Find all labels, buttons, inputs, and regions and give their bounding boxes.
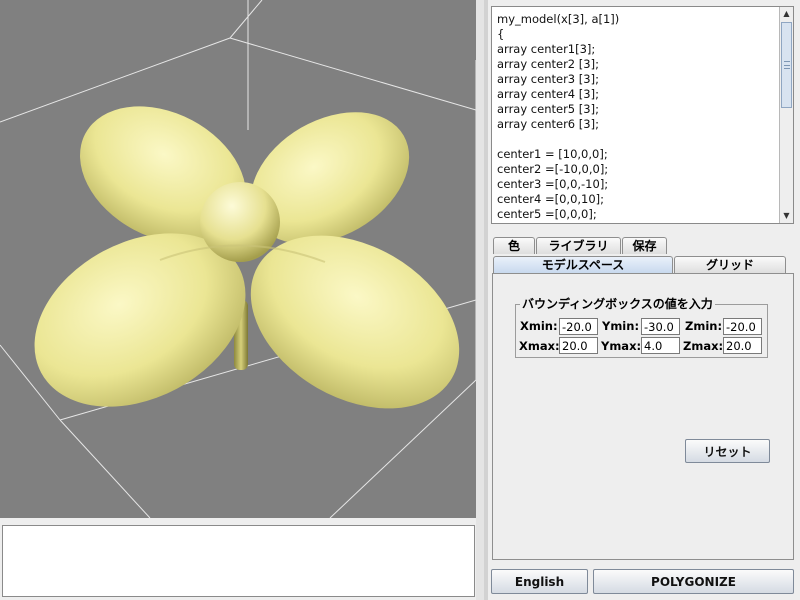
- tab-model-space[interactable]: モデルスペース: [493, 256, 673, 273]
- code-line: array center2 [3];: [497, 57, 599, 71]
- reset-button[interactable]: リセット: [685, 439, 770, 463]
- tab-library[interactable]: ライブラリ: [536, 237, 621, 254]
- xmax-field[interactable]: [559, 337, 598, 354]
- vertical-scrollbar[interactable]: ▲ ▼: [779, 7, 793, 223]
- code-line: center5 =[0,0,0];: [497, 207, 597, 221]
- code-editor[interactable]: my_model(x[3], a[1]){array center1[3]; ar…: [491, 6, 794, 224]
- scrollbar-thumb[interactable]: [781, 22, 792, 108]
- model-render: [0, 0, 476, 518]
- code-line: my_model(x[3], a[1]): [497, 12, 620, 26]
- tab-grid[interactable]: グリッド: [674, 256, 786, 273]
- xmin-field[interactable]: [559, 318, 598, 335]
- tab-save[interactable]: 保存: [622, 237, 667, 254]
- xmin-label: Xmin:: [520, 319, 558, 333]
- english-button[interactable]: English: [491, 569, 588, 594]
- xmax-label: Xmax:: [519, 339, 560, 353]
- code-text[interactable]: my_model(x[3], a[1]){array center1[3]; ar…: [497, 12, 777, 222]
- code-line: array center5 [3];: [497, 102, 599, 116]
- zmin-field[interactable]: [723, 318, 762, 335]
- code-line: center2 =[-10,0,0];: [497, 162, 609, 176]
- ymax-field[interactable]: [641, 337, 680, 354]
- code-line: center1 = [10,0,0];: [497, 147, 608, 161]
- ymin-field[interactable]: [641, 318, 680, 335]
- tab-color[interactable]: 色: [493, 237, 535, 254]
- code-line: array center6 [3];: [497, 117, 599, 131]
- 3d-viewport[interactable]: [0, 0, 476, 518]
- panel-border: [484, 0, 488, 600]
- code-line: {: [497, 27, 505, 41]
- polygonize-button[interactable]: POLYGONIZE: [593, 569, 794, 594]
- code-line: center3 =[0,0,-10];: [497, 177, 609, 191]
- code-line: array center1[3];: [497, 42, 596, 56]
- zmax-field[interactable]: [723, 337, 762, 354]
- log-output-area[interactable]: [2, 525, 475, 597]
- code-line: center4 =[0,0,10];: [497, 192, 605, 206]
- zmin-label: Zmin:: [685, 319, 723, 333]
- code-line: array center4 [3];: [497, 87, 599, 101]
- ymin-label: Ymin:: [602, 319, 640, 333]
- panel-divider[interactable]: [476, 0, 484, 600]
- code-line: array center3 [3];: [497, 72, 599, 86]
- bounding-box-title: バウンディングボックスの値を入力: [520, 297, 715, 311]
- scroll-up-arrow-icon[interactable]: ▲: [780, 7, 793, 21]
- center-sphere: [200, 182, 280, 262]
- scroll-down-arrow-icon[interactable]: ▼: [780, 209, 793, 223]
- ymax-label: Ymax:: [601, 339, 642, 353]
- zmax-label: Zmax:: [683, 339, 724, 353]
